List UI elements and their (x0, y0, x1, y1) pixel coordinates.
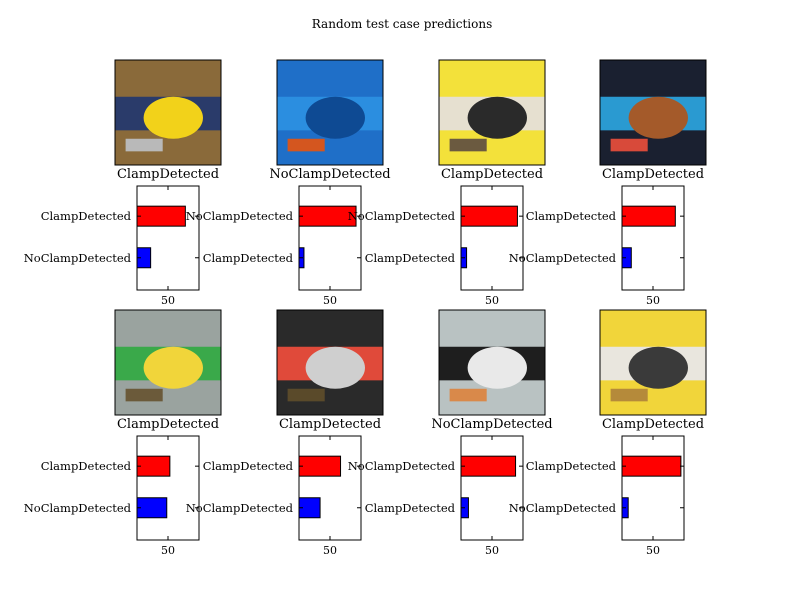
category-tick-label: NoClampDetected (24, 501, 132, 515)
photo-5 (114, 309, 222, 416)
photo-1 (114, 59, 222, 166)
x-tick-label: 50 (323, 294, 337, 307)
category-tick-label: NoClampDetected (509, 501, 617, 515)
category-tick-label: NoClampDetected (24, 251, 132, 265)
category-tick-label: NoClampDetected (186, 501, 294, 515)
bar-top (621, 205, 676, 227)
category-tick-label: NoClampDetected (509, 251, 617, 265)
category-tick-label: ClampDetected (41, 209, 132, 223)
x-tick-label: 50 (646, 294, 660, 307)
bar-bottom (136, 497, 168, 519)
photo-3 (438, 59, 546, 166)
photo-detail (125, 138, 163, 152)
plot-frame (460, 185, 524, 291)
image-label: NoClampDetected (269, 167, 390, 182)
plot-frame (460, 435, 524, 541)
x-tick-label: 50 (323, 544, 337, 557)
bar-top (621, 455, 682, 477)
photo-object (467, 346, 527, 389)
photo-object (628, 346, 688, 389)
category-tick-label: ClampDetected (365, 501, 456, 515)
bar-top (136, 205, 186, 227)
category-tick-label: ClampDetected (526, 459, 617, 473)
photo-6 (276, 309, 384, 416)
figure-title: Random test case predictions (312, 17, 493, 31)
plot-frame (136, 435, 200, 541)
image-label: ClampDetected (441, 167, 543, 182)
photo-object (143, 346, 203, 389)
x-tick-label: 50 (161, 544, 175, 557)
plot-frame (621, 185, 685, 291)
photo-detail (610, 388, 648, 402)
image-label: ClampDetected (602, 417, 704, 432)
category-tick-label: NoClampDetected (348, 209, 456, 223)
bar-top (136, 455, 171, 477)
category-tick-label: ClampDetected (203, 459, 294, 473)
photo-detail (610, 138, 648, 152)
image-label: ClampDetected (602, 167, 704, 182)
bar-top (460, 205, 518, 227)
x-tick-label: 50 (485, 294, 499, 307)
plot-frame (621, 435, 685, 541)
image-label: NoClampDetected (431, 417, 552, 432)
bar-top (460, 455, 517, 477)
photo-detail (287, 388, 325, 402)
panels: ClampDetected ClampDetected NoClampDetecte… (24, 59, 707, 557)
figure: Random test case predictions ClampDetect… (0, 0, 800, 600)
photo-object (467, 96, 527, 139)
photo-detail (449, 388, 487, 402)
x-tick-label: 50 (485, 544, 499, 557)
photo-detail (287, 138, 325, 152)
photo-7 (438, 309, 546, 416)
plot-frame (298, 185, 362, 291)
figure-canvas: Random test case predictions ClampDetect… (24, 17, 707, 557)
photo-8 (599, 309, 707, 416)
plot-frame (298, 435, 362, 541)
plot-frame (136, 185, 200, 291)
photo-4 (599, 59, 707, 166)
category-tick-label: ClampDetected (203, 251, 294, 265)
photo-detail (449, 138, 487, 152)
bar-top (298, 455, 342, 477)
category-tick-label: NoClampDetected (348, 459, 456, 473)
photo-2 (276, 59, 384, 166)
photo-object (305, 96, 365, 139)
image-label: ClampDetected (117, 417, 219, 432)
photo-detail (125, 388, 163, 402)
category-tick-label: ClampDetected (526, 209, 617, 223)
category-tick-label: NoClampDetected (186, 209, 294, 223)
x-tick-label: 50 (161, 294, 175, 307)
category-tick-label: ClampDetected (365, 251, 456, 265)
x-tick-label: 50 (646, 544, 660, 557)
image-label: ClampDetected (279, 417, 381, 432)
photo-object (143, 96, 203, 139)
photo-object (628, 96, 688, 139)
photo-object (305, 346, 365, 389)
image-label: ClampDetected (117, 167, 219, 182)
category-tick-label: ClampDetected (41, 459, 132, 473)
